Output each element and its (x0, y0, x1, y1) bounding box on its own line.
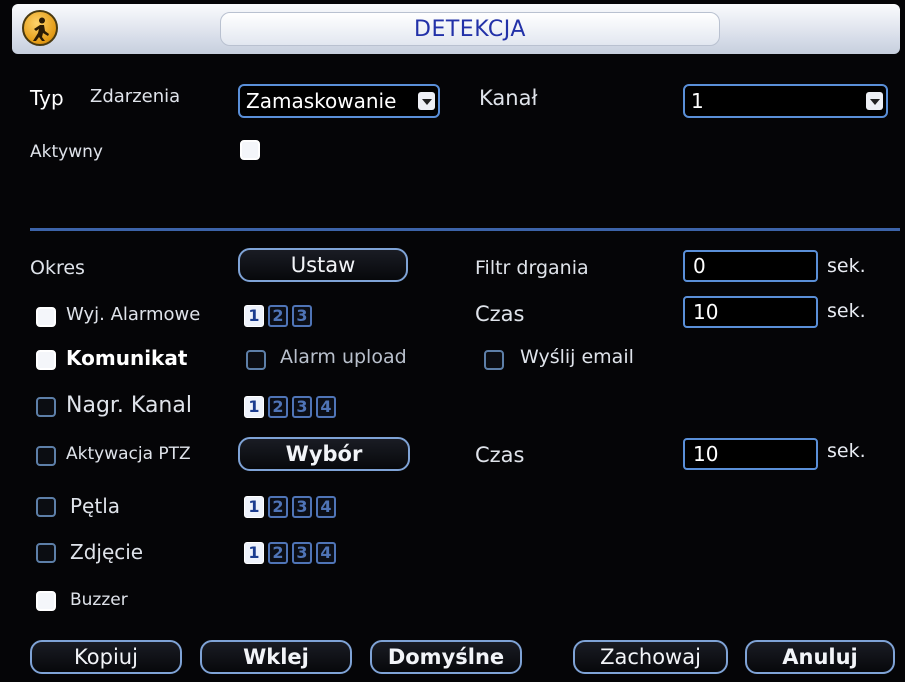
time1-label: Czas (475, 302, 525, 326)
snapshot-channel-4[interactable]: 4 (316, 542, 336, 564)
time2-label: Czas (475, 443, 525, 467)
email-checkbox[interactable] (484, 350, 504, 370)
title-bar: DETEKCJA (12, 4, 900, 54)
tour-channel-4[interactable]: 4 (316, 496, 336, 518)
tour-checkbox[interactable] (36, 497, 56, 517)
dialog-title: DETEKCJA (414, 17, 526, 42)
time2-unit: sek. (827, 440, 866, 462)
ptz-label: Aktywacja PTZ (66, 444, 191, 464)
alarm-upload-checkbox[interactable] (246, 350, 266, 370)
snapshot-channel-3[interactable]: 3 (292, 542, 312, 564)
period-set-button[interactable]: Ustaw (238, 248, 408, 282)
default-button[interactable]: Domyślne (370, 640, 522, 674)
time1-unit: sek. (827, 300, 866, 322)
channel-value: 1 (691, 89, 704, 113)
chevron-down-icon (418, 92, 435, 110)
cancel-button[interactable]: Anuluj (745, 640, 895, 674)
record-channel-3[interactable]: 3 (292, 396, 312, 418)
record-channel-4[interactable]: 4 (316, 396, 336, 418)
copy-button[interactable]: Kopiuj (30, 640, 182, 674)
snapshot-checkbox[interactable] (36, 543, 56, 563)
active-label: Aktywny (30, 142, 103, 162)
time1-value: 10 (693, 300, 719, 324)
alarm-out-channel-2[interactable]: 2 (268, 305, 288, 327)
type-label-2: Zdarzenia (90, 86, 181, 107)
title-pill: DETEKCJA (220, 12, 720, 46)
channel-label: Kanał (479, 86, 538, 110)
tour-channel-2[interactable]: 2 (268, 496, 288, 518)
paste-button[interactable]: Wklej (200, 640, 352, 674)
time1-input[interactable]: 10 (683, 296, 818, 328)
debounce-value: 0 (693, 254, 706, 278)
channel-select[interactable]: 1 (683, 84, 888, 118)
pedestrian-icon (22, 10, 58, 46)
alarm-out-checkbox[interactable] (36, 307, 56, 327)
alarm-upload-label: Alarm upload (280, 346, 407, 368)
alarm-out-channel-1[interactable]: 1 (244, 305, 264, 327)
tour-channel-3[interactable]: 3 (292, 496, 312, 518)
time2-value: 10 (693, 442, 719, 466)
message-label: Komunikat (66, 346, 188, 370)
active-checkbox[interactable] (240, 140, 260, 160)
email-label: Wyślij email (520, 346, 634, 368)
ptz-checkbox[interactable] (36, 446, 56, 466)
buzzer-label: Buzzer (70, 590, 128, 610)
snapshot-channel-2[interactable]: 2 (268, 542, 288, 564)
tour-channel-1[interactable]: 1 (244, 496, 264, 518)
record-checkbox[interactable] (36, 397, 56, 417)
ptz-select-button[interactable]: Wybór (238, 437, 410, 471)
snapshot-label: Zdjęcie (70, 540, 144, 564)
tour-label: Pętla (70, 494, 121, 518)
record-channel-1[interactable]: 1 (244, 396, 264, 418)
buzzer-checkbox[interactable] (36, 591, 56, 611)
period-label: Okres (30, 257, 85, 279)
section-divider (30, 228, 900, 231)
event-type-value: Zamaskowanie (246, 89, 397, 113)
time2-input[interactable]: 10 (683, 438, 818, 470)
record-label: Nagr. Kanal (66, 393, 192, 418)
alarm-out-label: Wyj. Alarmowe (66, 304, 201, 325)
record-channel-2[interactable]: 2 (268, 396, 288, 418)
message-checkbox[interactable] (36, 350, 56, 370)
debounce-unit: sek. (827, 255, 866, 277)
save-button[interactable]: Zachowaj (573, 640, 728, 674)
debounce-input[interactable]: 0 (683, 250, 818, 282)
chevron-down-icon (866, 92, 883, 110)
event-type-select[interactable]: Zamaskowanie (238, 84, 440, 118)
debounce-label: Filtr drgania (475, 257, 589, 279)
detection-dialog: DETEKCJA Typ Zdarzenia Zamaskowanie Kana… (0, 0, 905, 682)
snapshot-channel-1[interactable]: 1 (244, 542, 264, 564)
type-label-1: Typ (30, 86, 64, 110)
alarm-out-channel-3[interactable]: 3 (292, 305, 312, 327)
